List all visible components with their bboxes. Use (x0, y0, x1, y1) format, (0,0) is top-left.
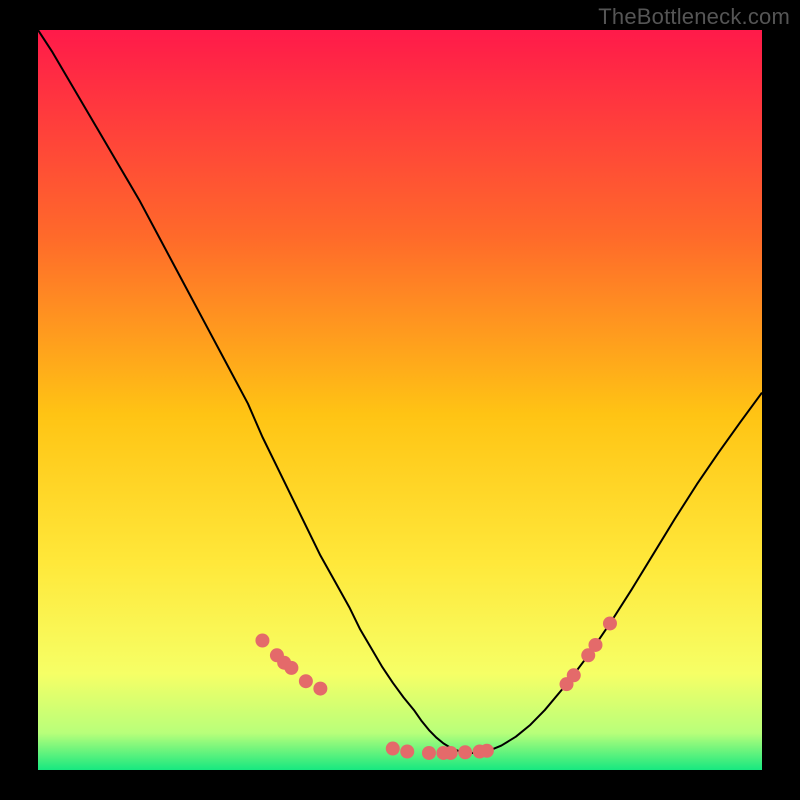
marker-point (480, 744, 494, 758)
marker-point (255, 634, 269, 648)
chart-frame: TheBottleneck.com (0, 0, 800, 800)
marker-point (284, 661, 298, 675)
marker-point (422, 746, 436, 760)
marker-point (299, 674, 313, 688)
watermark-text: TheBottleneck.com (598, 4, 790, 30)
marker-point (444, 746, 458, 760)
marker-point (458, 745, 472, 759)
chart-background-gradient (38, 30, 762, 770)
marker-point (386, 742, 400, 756)
marker-point (603, 616, 617, 630)
marker-point (588, 638, 602, 652)
marker-point (313, 682, 327, 696)
marker-point (567, 668, 581, 682)
marker-point (400, 745, 414, 759)
chart-svg (38, 30, 762, 770)
chart-plot-area (38, 30, 762, 770)
